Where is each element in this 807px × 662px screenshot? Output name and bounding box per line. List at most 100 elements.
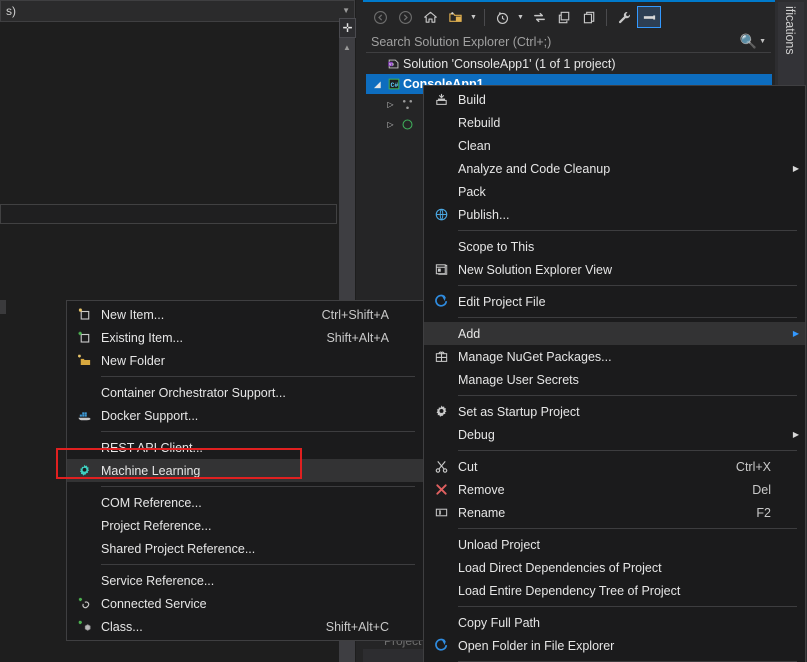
menu-item-shortcut: Ctrl+X [736, 460, 787, 474]
editor-left-marker [0, 300, 6, 314]
menu-item-scope-to-this[interactable]: Scope to This [424, 235, 805, 258]
menu-item-publish[interactable]: Publish... [424, 203, 805, 226]
no-icon [424, 111, 458, 134]
menu-item-edit-project-file[interactable]: Edit Project File [424, 290, 805, 313]
chevron-down-icon: ▼ [342, 7, 350, 15]
menu-item-service-reference[interactable]: Service Reference... [67, 569, 423, 592]
menu-item-shortcut: Ctrl+Shift+A [322, 308, 405, 322]
editor-member-dropdown[interactable]: s) ▼ [0, 0, 355, 22]
no-icon [424, 611, 458, 634]
wrench-icon[interactable] [612, 6, 636, 28]
clock-icon[interactable] [490, 6, 514, 28]
menu-item-load-direct-dependencies-of-project[interactable]: Load Direct Dependencies of Project [424, 556, 805, 579]
menu-item-rename[interactable]: RenameF2 [424, 501, 805, 524]
build-icon [424, 88, 458, 111]
menu-item-set-as-startup-project[interactable]: Set as Startup Project [424, 400, 805, 423]
no-icon [424, 556, 458, 579]
menu-item-manage-user-secrets[interactable]: Manage User Secrets [424, 368, 805, 391]
menu-item-cut[interactable]: CutCtrl+X [424, 455, 805, 478]
menu-item-rest-api-client[interactable]: REST API Client... [67, 436, 423, 459]
menu-item-label: Manage User Secrets [458, 373, 771, 387]
menu-item-shortcut: F2 [756, 506, 787, 520]
menu-item-container-orchestrator-support[interactable]: Container Orchestrator Support... [67, 381, 423, 404]
menu-item-clean[interactable]: Clean [424, 134, 805, 157]
home-icon[interactable] [418, 6, 442, 28]
menu-item-shared-project-reference[interactable]: Shared Project Reference... [67, 537, 423, 560]
menu-item-machine-learning[interactable]: Machine Learning [67, 459, 423, 482]
collapse-all-icon[interactable] [552, 6, 576, 28]
menu-item-connected-service[interactable]: Connected Service [67, 592, 423, 615]
menu-item-pack[interactable]: Pack [424, 180, 805, 203]
menu-item-label: Rebuild [458, 116, 771, 130]
no-icon [424, 368, 458, 391]
menu-separator [458, 317, 797, 318]
search-options-caret-icon[interactable]: ▼ [759, 38, 771, 45]
editor-highlighted-line [0, 204, 337, 224]
menu-item-label: Shared Project Reference... [101, 542, 389, 556]
menu-item-label: COM Reference... [101, 496, 389, 510]
menu-item-new-solution-explorer-view[interactable]: New Solution Explorer View [424, 258, 805, 281]
menu-item-label: Open Folder in File Explorer [458, 639, 771, 653]
new-folder-dropdown-caret-icon[interactable]: ▼ [468, 6, 479, 28]
svg-text:vs: vs [389, 63, 395, 68]
docker-icon [67, 404, 101, 427]
class-icon [67, 615, 101, 638]
menu-item-label: Debug [458, 428, 771, 442]
menu-item-remove[interactable]: RemoveDel [424, 478, 805, 501]
menu-item-docker-support[interactable]: Docker Support... [67, 404, 423, 427]
split-view-icon[interactable]: ✛ [339, 18, 356, 38]
tree-row-solution[interactable]: vs Solution 'ConsoleApp1' (1 of 1 projec… [366, 54, 772, 74]
no-icon [424, 157, 458, 180]
menu-separator [458, 285, 797, 286]
menu-item-label: New Solution Explorer View [458, 263, 771, 277]
menu-item-com-reference[interactable]: COM Reference... [67, 491, 423, 514]
solution-explorer-toolbar: ▼ ▼ [365, 4, 773, 30]
new-folder-icon[interactable] [443, 6, 467, 28]
menu-item-analyze-and-code-cleanup[interactable]: Analyze and Code Cleanup▶ [424, 157, 805, 180]
menu-item-add[interactable]: Add▶ [424, 322, 805, 345]
menu-item-debug[interactable]: Debug▶ [424, 423, 805, 446]
arrow-right-circle-icon[interactable] [393, 6, 417, 28]
menu-item-label: Pack [458, 185, 771, 199]
menu-item-label: Clean [458, 139, 771, 153]
tree-expander-closed[interactable]: ▷ [383, 100, 398, 109]
open-folder-arrow-icon [424, 634, 458, 657]
menu-item-label: Connected Service [101, 597, 389, 611]
menu-item-existing-item[interactable]: Existing Item...Shift+Alt+A [67, 326, 423, 349]
menu-item-label: Load Entire Dependency Tree of Project [458, 584, 771, 598]
no-icon [424, 322, 458, 345]
copy-documents-icon[interactable] [577, 6, 601, 28]
menu-item-copy-full-path[interactable]: Copy Full Path [424, 611, 805, 634]
sync-arrows-icon[interactable] [527, 6, 551, 28]
tree-expander-open[interactable]: ◢ [370, 80, 385, 89]
menu-item-unload-project[interactable]: Unload Project [424, 533, 805, 556]
menu-item-new-folder[interactable]: New Folder [67, 349, 423, 372]
menu-item-load-entire-dependency-tree-of-project[interactable]: Load Entire Dependency Tree of Project [424, 579, 805, 602]
no-icon [67, 537, 101, 560]
arrow-left-circle-icon[interactable] [368, 6, 392, 28]
menu-item-label: New Folder [101, 354, 389, 368]
edit-project-file-icon [424, 290, 458, 313]
menu-item-open-folder-in-file-explorer[interactable]: Open Folder in File Explorer [424, 634, 805, 657]
menu-item-class[interactable]: Class...Shift+Alt+C [67, 615, 423, 638]
menu-separator [458, 230, 797, 231]
menu-item-rebuild[interactable]: Rebuild [424, 111, 805, 134]
caret-up-icon[interactable]: ▲ [339, 40, 355, 56]
clock-dropdown-caret-icon[interactable]: ▼ [515, 6, 526, 28]
rename-icon [424, 501, 458, 524]
menu-item-build[interactable]: Build [424, 88, 805, 111]
menu-item-project-reference[interactable]: Project Reference... [67, 514, 423, 537]
solution-explorer-search[interactable]: 🔍 ▼ [366, 31, 771, 53]
publish-globe-icon [424, 203, 458, 226]
preview-icon[interactable] [637, 6, 661, 28]
menu-item-manage-nuget-packages[interactable]: Manage NuGet Packages... [424, 345, 805, 368]
menu-item-new-item[interactable]: New Item...Ctrl+Shift+A [67, 303, 423, 326]
menu-item-shortcut: Del [752, 483, 787, 497]
tree-expander-closed[interactable]: ▷ [383, 120, 398, 129]
menu-item-shortcut: Shift+Alt+A [326, 331, 405, 345]
no-icon [424, 423, 458, 446]
no-icon [424, 579, 458, 602]
new-window-icon [424, 258, 458, 281]
search-input[interactable] [366, 35, 740, 49]
search-magnifier-icon[interactable]: 🔍 [740, 33, 759, 50]
